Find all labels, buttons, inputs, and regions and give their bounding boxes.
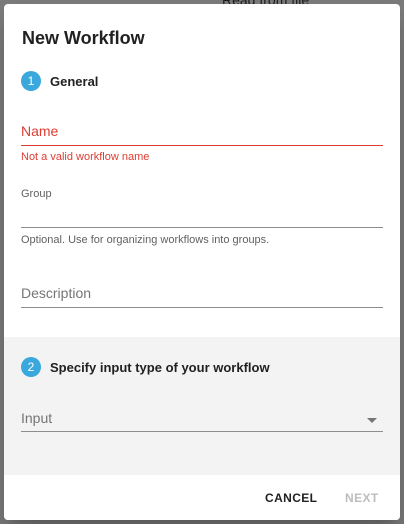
description-field-underline	[21, 307, 383, 308]
step-general-header: 1 General	[21, 71, 98, 91]
name-field[interactable]: Name Not a valid workflow name	[21, 116, 383, 164]
input-type-select[interactable]: Input	[21, 405, 383, 435]
step-input-type-section: 2 Specify input type of your workflow In…	[4, 337, 400, 475]
step-2-number-badge: 2	[21, 357, 41, 377]
group-field-underline	[21, 227, 383, 228]
new-workflow-dialog: New Workflow 1 General Name Not a valid …	[4, 4, 400, 520]
dropdown-arrow-icon[interactable]	[367, 418, 377, 423]
step-2-title: Specify input type of your workflow	[50, 359, 270, 375]
dialog-title: New Workflow	[22, 28, 145, 48]
name-field-error: Not a valid workflow name	[21, 151, 150, 163]
name-field-underline	[21, 145, 383, 146]
step-1-number-badge: 1	[21, 71, 41, 91]
group-field-hint: Optional. Use for organizing workflows i…	[21, 234, 270, 246]
input-select-underline	[21, 431, 383, 432]
group-field-label: Group	[21, 188, 52, 200]
next-button[interactable]: NEXT	[345, 491, 379, 505]
group-field[interactable]: Group Optional. Use for organizing workf…	[21, 186, 383, 252]
name-field-label: Name	[21, 123, 59, 139]
cancel-button[interactable]: CANCEL	[265, 491, 317, 505]
step-1-title: General	[50, 73, 99, 89]
description-field[interactable]: Description	[21, 279, 383, 311]
step-input-type-header: 2 Specify input type of your workflow	[21, 357, 270, 377]
description-field-label: Description	[21, 285, 92, 301]
dialog-actions: CANCEL NEXT	[4, 475, 400, 520]
input-select-label: Input	[21, 410, 53, 426]
